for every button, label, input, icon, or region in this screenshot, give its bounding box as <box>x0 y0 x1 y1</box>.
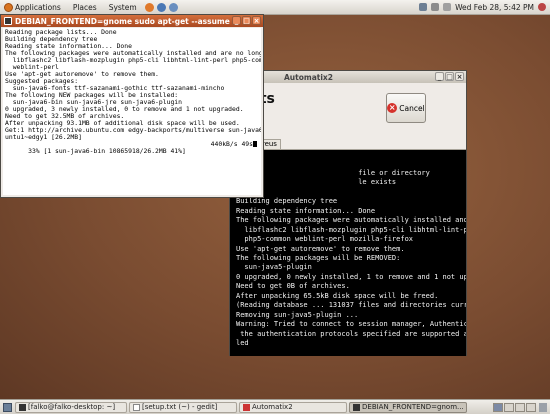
automatix-titlebar[interactable]: Automatix2 _ □ × <box>230 71 466 83</box>
system-menu[interactable]: System <box>109 3 137 12</box>
system-menu-label: System <box>108 2 137 12</box>
cancel-button[interactable]: × Cancel <box>386 93 426 123</box>
output-line: led <box>236 339 249 348</box>
taskbar-item-automatix[interactable]: Automatix2 <box>239 401 347 413</box>
workspace-switcher[interactable] <box>493 402 536 412</box>
workspace-3[interactable] <box>515 402 525 412</box>
terminal-window: DEBIAN_FRONTEND=gnome sudo apt-get --ass… <box>0 14 264 198</box>
output-line: libflashc2 libflash-mozplugin php5-cli l… <box>244 225 466 234</box>
terminal-icon <box>353 403 360 411</box>
output-line: php5-common weblint-perl mozilla-firefox <box>236 235 414 244</box>
places-menu-label: Places <box>72 2 97 12</box>
taskbar-item-label: [setup.txt (~) - gedit] <box>142 403 218 411</box>
output-line: the authentication protocols specified a… <box>240 329 466 338</box>
network-icon[interactable] <box>431 3 440 11</box>
gedit-icon <box>133 403 140 411</box>
taskbar-item-label: [falko@falko-desktop: ~] <box>28 403 116 411</box>
close-button[interactable]: × <box>455 72 464 81</box>
power-icon[interactable] <box>538 3 546 11</box>
output-line: Need to get 0B of archives. <box>236 282 350 291</box>
output-line: 0 upgraded, 0 newly installed, 1 to remo… <box>236 272 466 281</box>
clock[interactable]: Wed Feb 28, 5:42 PM <box>455 3 534 12</box>
output-line: le exists <box>236 178 397 187</box>
tab-strip: lling Azureus <box>228 139 466 150</box>
applications-menu-label: Applications <box>15 2 61 12</box>
output-line: (Reading database ... 131037 files and d… <box>236 301 466 310</box>
firefox-launcher-icon[interactable] <box>144 2 154 12</box>
text-cursor <box>253 141 257 147</box>
top-panel: Applications Places System Wed Feb 28, 5… <box>0 0 550 15</box>
automatix-window: Automatix2 _ □ × ipts × Cancel lling Azu… <box>228 70 467 356</box>
output-line: Use 'apt-get autoremove' to remove them. <box>236 244 405 253</box>
workspace-4[interactable] <box>526 402 536 412</box>
update-notifier-icon[interactable] <box>419 3 428 11</box>
terminal-lines: Reading package lists... Done Building de… <box>5 29 261 141</box>
output-line: Warning: Tried to connect to session man… <box>236 320 466 329</box>
maximize-button[interactable]: □ <box>445 72 454 81</box>
terminal-output[interactable]: Reading package lists... Done Building de… <box>3 28 261 195</box>
progress-status: 33% [1 sun-java6-bin 10865918/26.2MB 41%… <box>28 147 186 155</box>
volume-icon[interactable] <box>443 3 452 11</box>
taskbar-item-debian-frontend[interactable]: DEBIAN_FRONTEND=gnom... <box>349 401 467 413</box>
terminal-title: DEBIAN_FRONTEND=gnome sudo apt-get --ass… <box>15 16 230 26</box>
output-line: sun-java5-plugin <box>236 263 312 272</box>
minimize-button[interactable]: _ <box>232 16 241 25</box>
output-line: Removing sun-java5-plugin ... <box>236 310 359 319</box>
installer-output: file or directory le exists Building dep… <box>230 150 466 356</box>
progress-rate: 440kB/s 49s <box>211 141 257 148</box>
output-line: Building dependency tree <box>236 197 338 206</box>
maximize-button[interactable]: □ <box>242 16 251 25</box>
ubuntu-logo-icon <box>4 2 13 12</box>
applications-menu[interactable]: Applications <box>4 2 61 12</box>
workspace-2[interactable] <box>504 402 514 412</box>
output-line: After unpacking 65.5kB disk space will b… <box>236 291 439 300</box>
mail-launcher-icon[interactable] <box>156 2 166 12</box>
output-line: Reading state information... Done <box>236 206 376 215</box>
close-button[interactable]: × <box>252 16 261 25</box>
download-progress: 33% [1 sun-java6-bin 10865918/26.2MB 41%… <box>5 141 259 155</box>
show-desktop-icon[interactable] <box>3 402 12 412</box>
places-menu[interactable]: Places <box>73 3 97 12</box>
cancel-label: Cancel <box>399 103 425 113</box>
trash-icon[interactable] <box>539 402 547 412</box>
terminal-icon <box>19 403 26 411</box>
taskbar-item-gedit[interactable]: [setup.txt (~) - gedit] <box>129 401 237 413</box>
automatix-content: ipts × Cancel lling Azureus file or dire… <box>228 83 466 356</box>
taskbar-item-label: DEBIAN_FRONTEND=gnom... <box>362 403 464 411</box>
output-line: file or directory <box>236 168 430 177</box>
cancel-icon: × <box>387 103 398 113</box>
minimize-button[interactable]: _ <box>435 72 444 81</box>
workspace-1[interactable] <box>493 402 503 412</box>
taskbar-item-terminal[interactable]: [falko@falko-desktop: ~] <box>15 401 127 413</box>
automatix-icon <box>243 403 250 411</box>
progress-rate-text: 440kB/s 49s <box>210 140 253 148</box>
output-line: The following packages were automaticall… <box>236 216 466 225</box>
bottom-panel: [falko@falko-desktop: ~] [setup.txt (~) … <box>0 399 550 414</box>
terminal-app-icon <box>4 17 12 25</box>
help-launcher-icon[interactable] <box>168 2 178 12</box>
output-line: The following packages will be REMOVED: <box>236 253 401 262</box>
taskbar-item-label: Automatix2 <box>252 403 293 411</box>
terminal-titlebar[interactable]: DEBIAN_FRONTEND=gnome sudo apt-get --ass… <box>1 15 263 27</box>
system-tray: Wed Feb 28, 5:42 PM <box>419 3 546 12</box>
